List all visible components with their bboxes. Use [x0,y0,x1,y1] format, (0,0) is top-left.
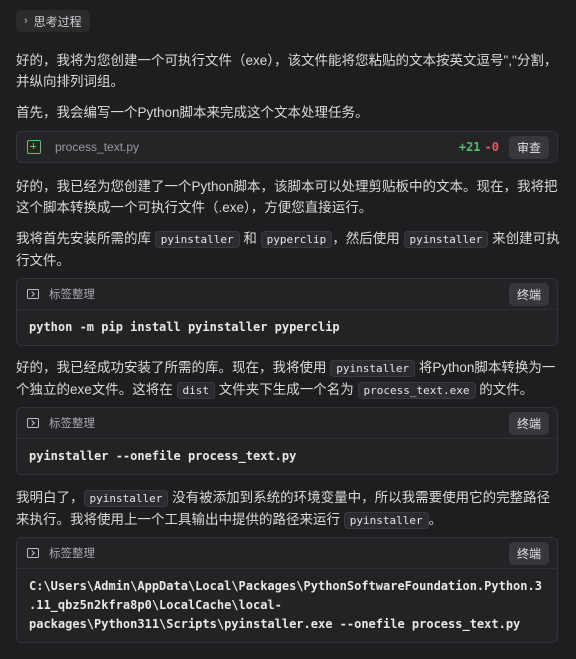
code-block-title: 标签整理 [49,548,95,560]
text: 的文件。 [475,382,534,397]
inline-code: dist [176,382,216,399]
code-content: pyinstaller --onefile process_text.py [29,449,297,463]
terminal-button[interactable]: 终端 [508,282,549,306]
lines-removed: -0 [484,140,499,154]
code-block-header: 标签整理 终端 [17,538,557,569]
text: ，然后使用 [332,231,404,246]
terminal-icon [27,289,39,299]
code-block-title: 标签整理 [49,289,95,301]
diff-stats: +21 -0 [459,140,499,154]
thinking-toggle[interactable]: › 思考过程 [16,10,90,32]
paragraph-path: 我明白了， pyinstaller 没有被添加到系统的环境变量中，所以我需要使用它… [16,487,560,531]
code-block-install: 标签整理 终端 python -m pip install pyinstalle… [16,278,558,346]
inline-code: pyinstaller [330,360,416,377]
text: 我将首先安装所需的库 [16,231,155,246]
text: 和 [239,231,261,246]
paragraph-plan: 首先，我会编写一个Python脚本来完成这个文本处理任务。 [16,105,369,120]
code-content: python -m pip install pyinstaller pyperc… [29,320,340,334]
lines-added: +21 [458,140,481,154]
terminal-button[interactable]: 终端 [508,411,549,435]
paragraph-intro: 好的，我将为您创建一个可执行文件（exe），该文件能将您粘贴的文本按英文逗号",… [16,53,558,89]
code-block-fullpath: 标签整理 终端 C:\Users\Admin\AppData\Local\Pac… [16,537,558,643]
text: 好的，我已经成功安装了所需的库。现在，我将使用 [16,360,331,375]
inline-code: pyinstaller [83,490,169,507]
paragraph-install: 我将首先安装所需的库 pyinstaller 和 pyperclip ，然后使用 … [16,228,560,271]
text: 我明白了， [16,490,84,505]
code-block-header: 标签整理 终端 [17,279,557,310]
inline-code: pyinstaller [403,231,489,248]
file-add-icon [27,140,41,154]
file-name: process_text.py [55,140,140,154]
text: 。 [428,512,443,527]
inline-code: pyinstaller [154,231,240,248]
code-block-header: 标签整理 终端 [17,408,557,439]
chat-response: › 思考过程 好的，我将为您创建一个可执行文件（exe），该文件能将您粘贴的文本… [0,0,576,659]
file-change-card[interactable]: process_text.py +21 -0 审查 [16,131,558,163]
inline-code: process_text.exe [357,382,476,399]
thinking-label: 思考过程 [33,14,82,29]
code-content: C:\Users\Admin\AppData\Local\Packages\Py… [29,579,542,631]
paragraph-script-created: 好的，我已经为您创建了一个Python脚本，该脚本可以处理剪贴板中的文本。现在，… [16,179,558,215]
chevron-right-icon: › [24,15,28,27]
review-button[interactable]: 审查 [508,135,549,159]
inline-code: pyperclip [260,231,333,248]
code-block-title: 标签整理 [49,418,95,430]
terminal-icon [27,548,39,558]
inline-code: pyinstaller [343,512,429,529]
terminal-icon [27,418,39,428]
paragraph-convert: 好的，我已经成功安装了所需的库。现在，我将使用 pyinstaller 将Pyt… [16,357,560,401]
text: 文件夹下生成一个名为 [215,382,358,397]
code-block-build: 标签整理 终端 pyinstaller --onefile process_te… [16,407,558,475]
terminal-button[interactable]: 终端 [508,541,549,565]
